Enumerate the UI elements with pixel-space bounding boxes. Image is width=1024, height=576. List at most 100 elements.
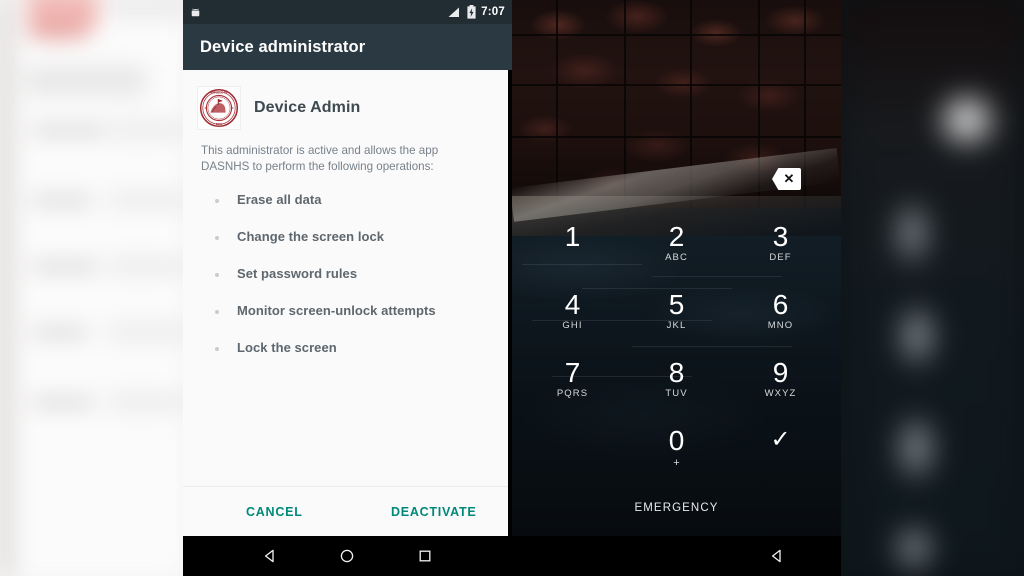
key-6-number: 6	[772, 289, 789, 320]
left-panel-block	[108, 392, 183, 412]
operation-label: Set password rules	[237, 265, 358, 281]
operation-label: Change the screen lock	[237, 228, 385, 244]
left-panel-line	[32, 398, 94, 407]
battery-charging-icon	[467, 5, 476, 19]
key-0[interactable]: 0 +	[629, 422, 725, 490]
right-panel-blob	[889, 520, 939, 576]
list-item: Change the screen lock	[201, 229, 492, 244]
key-9[interactable]: 9 WXYZ	[733, 354, 829, 422]
key-1-number: 1	[564, 221, 581, 252]
bullet-icon	[215, 346, 219, 351]
key-9-number: 9	[772, 357, 789, 388]
right-blurred-panel	[841, 0, 1024, 576]
operation-label: Lock the screen	[237, 339, 337, 355]
list-item: Erase all data	[201, 192, 492, 207]
recents-square-icon[interactable]	[405, 536, 445, 576]
backspace-key-icon[interactable]: ✕	[772, 168, 801, 190]
right-panel-blob	[889, 196, 935, 270]
operation-label: Erase all data	[237, 191, 322, 207]
home-circle-icon[interactable]	[327, 536, 367, 576]
left-panel-block	[26, 66, 146, 96]
key-0-number: 0	[668, 425, 685, 456]
right-panel-highlight-blob	[933, 92, 1001, 148]
left-panel-edge	[0, 0, 14, 576]
key-6-letters: MNO	[767, 320, 794, 332]
key-8[interactable]: 8 TUV	[629, 354, 725, 422]
left-panel-block	[108, 256, 183, 276]
emergency-call-button[interactable]: EMERGENCY	[512, 502, 841, 514]
key-9-letters: WXYZ	[764, 388, 797, 400]
dialog-actions: CANCEL DEACTIVATE	[183, 487, 508, 536]
right-panel-background	[841, 0, 1024, 576]
svg-text:SEAL: SEAL	[216, 123, 223, 126]
list-item: Set password rules	[201, 266, 492, 281]
back-triangle-icon-right[interactable]	[757, 536, 797, 576]
key-7[interactable]: 7 PQRS	[525, 354, 621, 422]
checkmark-icon: ✓	[770, 426, 791, 453]
keypad-row: 1 2 ABC 3 DEF	[512, 218, 841, 286]
keypad-row: 0 + ✓	[512, 422, 841, 490]
android-robot-icon	[189, 6, 202, 19]
right-panel-blob	[893, 300, 941, 372]
phone-screen: ✕ 1 2 ABC 3 DEF 4 GHI 5 JKL 6 MNO 7 PQRS…	[183, 0, 841, 576]
key-5[interactable]: 5 JKL	[629, 286, 725, 354]
key-2-number: 2	[668, 221, 685, 252]
navigation-bar-left	[183, 536, 512, 576]
key-3[interactable]: 3 DEF	[733, 218, 829, 286]
key-4[interactable]: 4 GHI	[525, 286, 621, 354]
navigation-bar-right	[512, 536, 841, 576]
left-panel-block	[108, 322, 183, 342]
key-8-number: 8	[668, 357, 685, 388]
status-bar: 7:07	[183, 0, 512, 24]
key-6[interactable]: 6 MNO	[733, 286, 829, 354]
screenshot-stage: ✕ 1 2 ABC 3 DEF 4 GHI 5 JKL 6 MNO 7 PQRS…	[0, 0, 1024, 576]
left-panel-line	[32, 262, 98, 271]
list-item: Lock the screen	[201, 340, 492, 355]
key-4-number: 4	[564, 289, 581, 320]
svg-text:REPUBLIC OF: REPUBLIC OF	[211, 92, 228, 95]
key-5-letters: JKL	[666, 320, 687, 332]
left-panel-line	[32, 126, 104, 135]
key-0-plus: +	[673, 457, 680, 470]
key-2[interactable]: 2 ABC	[629, 218, 725, 286]
left-panel-blur-layer	[0, 0, 183, 576]
keypad-row: 7 PQRS 8 TUV 9 WXYZ	[512, 354, 841, 422]
list-item: Monitor screen-unlock attempts	[201, 303, 492, 318]
status-bar-clock: 7:07	[481, 6, 505, 18]
page-title: Device administrator	[200, 37, 366, 56]
bullet-icon	[215, 309, 219, 314]
operation-label: Monitor screen-unlock attempts	[237, 302, 436, 318]
left-panel-block	[108, 120, 183, 140]
pin-keypad: ✕ 1 2 ABC 3 DEF 4 GHI 5 JKL 6 MNO 7 PQRS…	[512, 0, 841, 536]
dialog-header: REPUBLIC OF SEAL Device Admin	[197, 86, 492, 130]
device-admin-dialog: REPUBLIC OF SEAL Device Admin This admin…	[183, 70, 508, 536]
key-3-number: 3	[772, 221, 789, 252]
dialog-body: REPUBLIC OF SEAL Device Admin This admin…	[183, 70, 508, 486]
app-toolbar: Device administrator	[183, 24, 512, 70]
key-7-letters: PQRS	[556, 388, 589, 400]
key-8-letters: TUV	[665, 388, 688, 400]
cancel-button[interactable]: CANCEL	[240, 497, 309, 527]
dialog-description: This administrator is active and allows …	[201, 144, 439, 174]
bullet-icon	[215, 198, 219, 203]
keypad-grid: 1 2 ABC 3 DEF 4 GHI 5 JKL 6 MNO 7 PQRS 8…	[512, 218, 841, 490]
left-panel-red-block-2	[30, 26, 86, 38]
right-panel-blob	[891, 410, 941, 486]
back-triangle-icon[interactable]	[250, 536, 290, 576]
bullet-icon	[215, 272, 219, 277]
key-7-number: 7	[564, 357, 581, 388]
key-confirm[interactable]: ✓	[733, 422, 829, 490]
key-2-letters: ABC	[665, 252, 688, 264]
left-panel-block	[108, 190, 183, 210]
signal-bars-icon	[447, 6, 461, 19]
navigation-bar	[183, 536, 841, 576]
left-panel-line	[32, 196, 92, 205]
left-blurred-panel	[0, 0, 183, 576]
key-blank	[525, 422, 621, 490]
key-3-letters: DEF	[769, 252, 792, 264]
bullet-icon	[215, 235, 219, 240]
key-1[interactable]: 1	[525, 218, 621, 286]
device-admin-seal-icon: REPUBLIC OF SEAL	[197, 86, 241, 130]
app-name: Device Admin	[254, 99, 361, 116]
deactivate-button[interactable]: DEACTIVATE	[385, 497, 483, 527]
